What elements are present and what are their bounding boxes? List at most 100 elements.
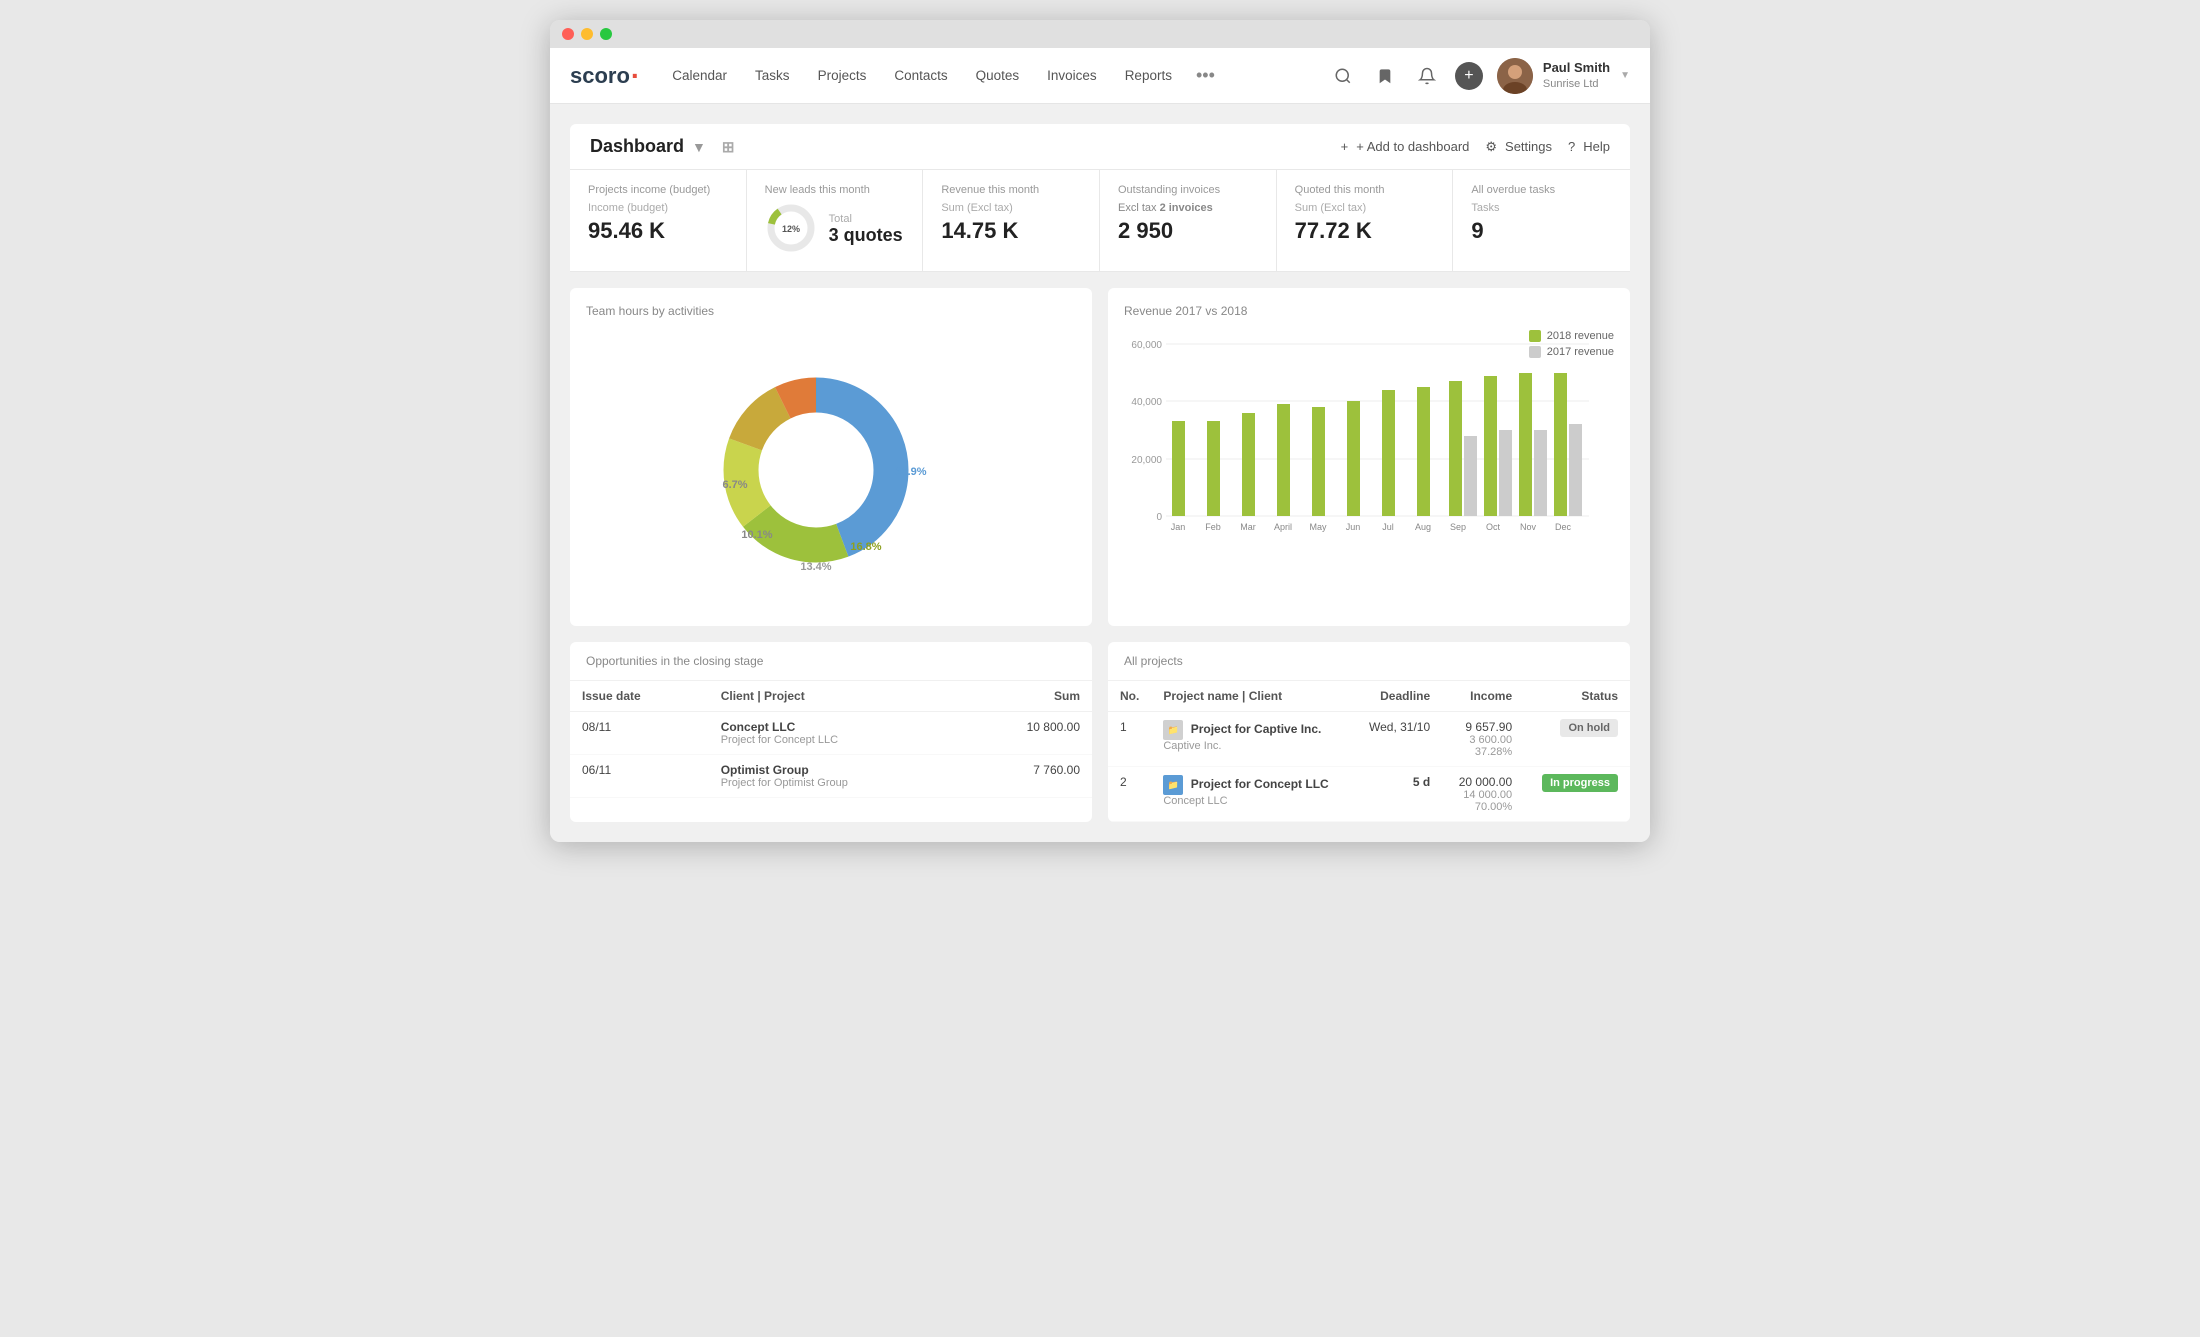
col-deadline: Deadline	[1352, 681, 1442, 712]
notifications-icon[interactable]	[1413, 62, 1441, 90]
add-to-dashboard-button[interactable]: ++ Add to dashboard	[1341, 139, 1470, 154]
search-icon[interactable]	[1329, 62, 1357, 90]
kpi-projects-income: Projects income (budget) Income (budget)…	[570, 170, 747, 271]
kpi-overdue-tasks: All overdue tasks Tasks 9	[1453, 170, 1630, 271]
proj-name-1: 📁 Project for Captive Inc. Captive Inc.	[1151, 712, 1352, 767]
svg-text:Aug: Aug	[1415, 522, 1431, 532]
svg-text:20,000: 20,000	[1131, 455, 1162, 466]
table-row: 08/11 Concept LLC Project for Concept LL…	[570, 712, 1092, 755]
nav-invoices[interactable]: Invoices	[1035, 62, 1109, 89]
minimize-button[interactable]	[581, 28, 593, 40]
proj-income-1: 9 657.90 3 600.00 37.28%	[1442, 712, 1524, 767]
kpi-row: Projects income (budget) Income (budget)…	[570, 170, 1630, 272]
nav-more[interactable]: •••	[1188, 61, 1223, 90]
col-client-project: Client | Project	[709, 681, 963, 712]
svg-text:Oct: Oct	[1486, 522, 1501, 532]
nav-projects[interactable]: Projects	[806, 62, 879, 89]
table-row: 2 📁 Project for Concept LLC Concept LLC …	[1108, 767, 1630, 822]
opp-date-1: 08/11	[570, 712, 709, 755]
col-no: No.	[1108, 681, 1151, 712]
proj-income-2: 20 000.00 14 000.00 70.00%	[1442, 767, 1524, 822]
svg-text:13.4%: 13.4%	[800, 561, 831, 573]
opp-date-2: 06/11	[570, 755, 709, 798]
svg-text:May: May	[1309, 522, 1327, 532]
kpi-outstanding: Outstanding invoices Excl tax 2 invoices…	[1100, 170, 1277, 271]
dashboard-title: Dashboard ▼ ⊞	[590, 136, 734, 157]
add-icon[interactable]: +	[1455, 62, 1483, 90]
nav-calendar[interactable]: Calendar	[660, 62, 739, 89]
projects-table: All projects No. Project name | Client D…	[1108, 642, 1630, 822]
title-bar	[550, 20, 1650, 48]
nav-reports[interactable]: Reports	[1113, 62, 1184, 89]
app-window: scoro· Calendar Tasks Projects Contacts …	[550, 20, 1650, 842]
proj-status-1: On hold	[1524, 712, 1630, 767]
bookmark-icon[interactable]	[1371, 62, 1399, 90]
help-button[interactable]: ?Help	[1568, 139, 1610, 154]
page-content: Dashboard ▼ ⊞ ++ Add to dashboard ⚙Setti…	[550, 104, 1650, 842]
team-hours-chart: Team hours by activities	[570, 288, 1092, 626]
proj-name-2: 📁 Project for Concept LLC Concept LLC	[1151, 767, 1352, 822]
user-menu[interactable]: Paul Smith Sunrise Ltd ▼	[1497, 58, 1630, 94]
avatar	[1497, 58, 1533, 94]
table-row: 06/11 Optimist Group Project for Optimis…	[570, 755, 1092, 798]
close-button[interactable]	[562, 28, 574, 40]
svg-text:0: 0	[1156, 512, 1162, 523]
revenue-chart: Revenue 2017 vs 2018 2018 revenue 2017 r…	[1108, 288, 1630, 626]
user-info: Paul Smith Sunrise Ltd	[1543, 60, 1610, 91]
nav-icons: +	[1329, 62, 1483, 90]
dashboard-dropdown-icon[interactable]: ▼	[692, 139, 706, 155]
svg-text:36.9%: 36.9%	[895, 466, 926, 478]
kpi-revenue: Revenue this month Sum (Excl tax) 14.75 …	[923, 170, 1100, 271]
logo[interactable]: scoro·	[570, 62, 640, 90]
proj-no-2: 2	[1108, 767, 1151, 822]
kpi-new-leads: New leads this month 12% Total 3 quotes	[747, 170, 924, 271]
svg-text:April: April	[1274, 522, 1292, 532]
chart-legend: 2018 revenue 2017 revenue	[1529, 330, 1614, 358]
proj-status-2: In progress	[1524, 767, 1630, 822]
settings-button[interactable]: ⚙Settings	[1485, 139, 1552, 155]
opp-sum-1: 10 800.00	[962, 712, 1092, 755]
proj-no-1: 1	[1108, 712, 1151, 767]
navbar: scoro· Calendar Tasks Projects Contacts …	[550, 48, 1650, 104]
svg-text:10.1%: 10.1%	[741, 529, 772, 541]
opp-client-1: Concept LLC Project for Concept LLC	[709, 712, 963, 755]
svg-text:Jan: Jan	[1171, 522, 1186, 532]
col-sum: Sum	[962, 681, 1092, 712]
svg-text:Feb: Feb	[1205, 522, 1221, 532]
user-name: Paul Smith	[1543, 60, 1610, 77]
col-issue-date: Issue date	[570, 681, 709, 712]
nav-quotes[interactable]: Quotes	[964, 62, 1032, 89]
svg-text:Jun: Jun	[1346, 522, 1361, 532]
col-income: Income	[1442, 681, 1524, 712]
table-row: 1 📁 Project for Captive Inc. Captive Inc…	[1108, 712, 1630, 767]
proj-deadline-1: Wed, 31/10	[1352, 712, 1442, 767]
opp-client-2: Optimist Group Project for Optimist Grou…	[709, 755, 963, 798]
svg-text:Nov: Nov	[1520, 522, 1537, 532]
nav-tasks[interactable]: Tasks	[743, 62, 802, 89]
project-icon-1: 📁	[1163, 720, 1183, 740]
svg-text:Sep: Sep	[1450, 522, 1466, 532]
kpi-quoted: Quoted this month Sum (Excl tax) 77.72 K	[1277, 170, 1454, 271]
svg-text:40,000: 40,000	[1131, 397, 1162, 408]
dashboard-actions: ++ Add to dashboard ⚙Settings ?Help	[1341, 139, 1610, 155]
col-project-name: Project name | Client	[1151, 681, 1352, 712]
maximize-button[interactable]	[600, 28, 612, 40]
col-status: Status	[1524, 681, 1630, 712]
user-dropdown-icon: ▼	[1620, 70, 1630, 81]
svg-text:6.7%: 6.7%	[722, 479, 747, 491]
svg-text:Jul: Jul	[1382, 522, 1394, 532]
user-company: Sunrise Ltd	[1543, 77, 1610, 91]
filter-icon[interactable]: ⊞	[722, 138, 735, 156]
proj-deadline-2: 5 d	[1352, 767, 1442, 822]
svg-text:Dec: Dec	[1555, 522, 1572, 532]
proj-data-table: No. Project name | Client Deadline Incom…	[1108, 681, 1630, 822]
svg-text:60,000: 60,000	[1131, 340, 1162, 351]
project-icon-2: 📁	[1163, 775, 1183, 795]
opp-sum-2: 7 760.00	[962, 755, 1092, 798]
nav-contacts[interactable]: Contacts	[882, 62, 959, 89]
opportunities-table: Opportunities in the closing stage Issue…	[570, 642, 1092, 822]
leads-donut: 12%	[765, 202, 817, 257]
charts-row: Team hours by activities	[570, 288, 1630, 626]
tables-row: Opportunities in the closing stage Issue…	[570, 642, 1630, 822]
svg-text:16.8%: 16.8%	[850, 541, 881, 553]
